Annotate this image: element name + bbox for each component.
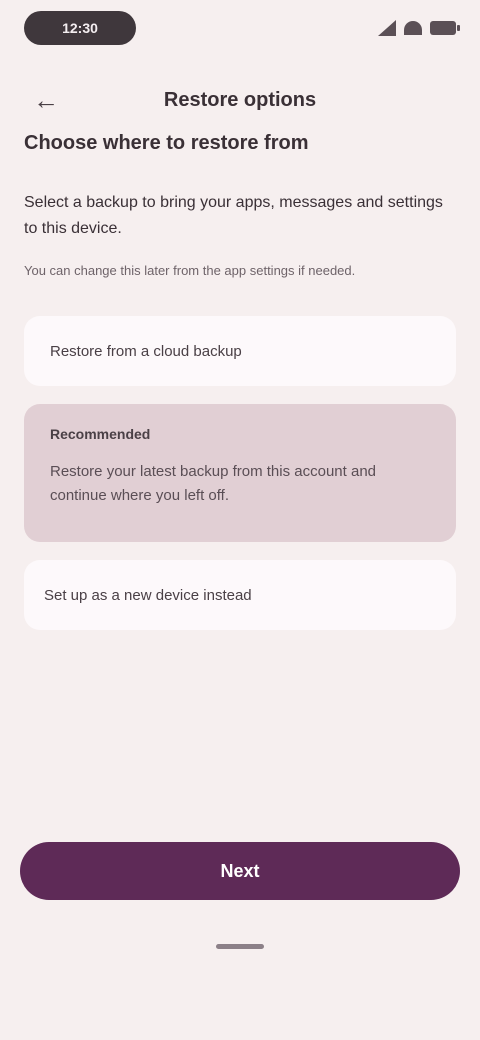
option-cloud-backup[interactable]: Restore from a cloud backup [24, 316, 456, 386]
signal-icon [378, 20, 396, 36]
heading: Choose where to restore from [24, 132, 309, 154]
option-label: Restore from a cloud backup [50, 342, 242, 360]
subtext: You can change this later from the app s… [24, 263, 356, 278]
status-icons [378, 20, 460, 36]
back-button[interactable]: ← [28, 82, 64, 118]
status-bar: 12:30 [0, 0, 480, 56]
battery-icon [430, 21, 460, 35]
description: Select a backup to bring your apps, mess… [24, 194, 443, 237]
status-time: 12:30 [24, 11, 136, 45]
option-label: Recommended [50, 426, 151, 442]
home-indicator[interactable] [216, 944, 264, 949]
next-button[interactable]: Next [20, 842, 460, 900]
page-title: Restore options [163, 88, 317, 111]
wifi-icon [404, 21, 422, 35]
option-detail: Restore your latest backup from this acc… [50, 463, 377, 504]
top-bar: ← Restore options [0, 76, 480, 124]
option-recommended[interactable]: Recommended Restore your latest backup f… [24, 404, 456, 542]
option-label: Set up as a new device instead [44, 586, 252, 604]
option-new-device[interactable]: Set up as a new device instead [24, 560, 456, 630]
screen: 12:30 ← Restore options Choose where to … [0, 0, 480, 1040]
arrow-back-icon: ← [33, 84, 59, 115]
